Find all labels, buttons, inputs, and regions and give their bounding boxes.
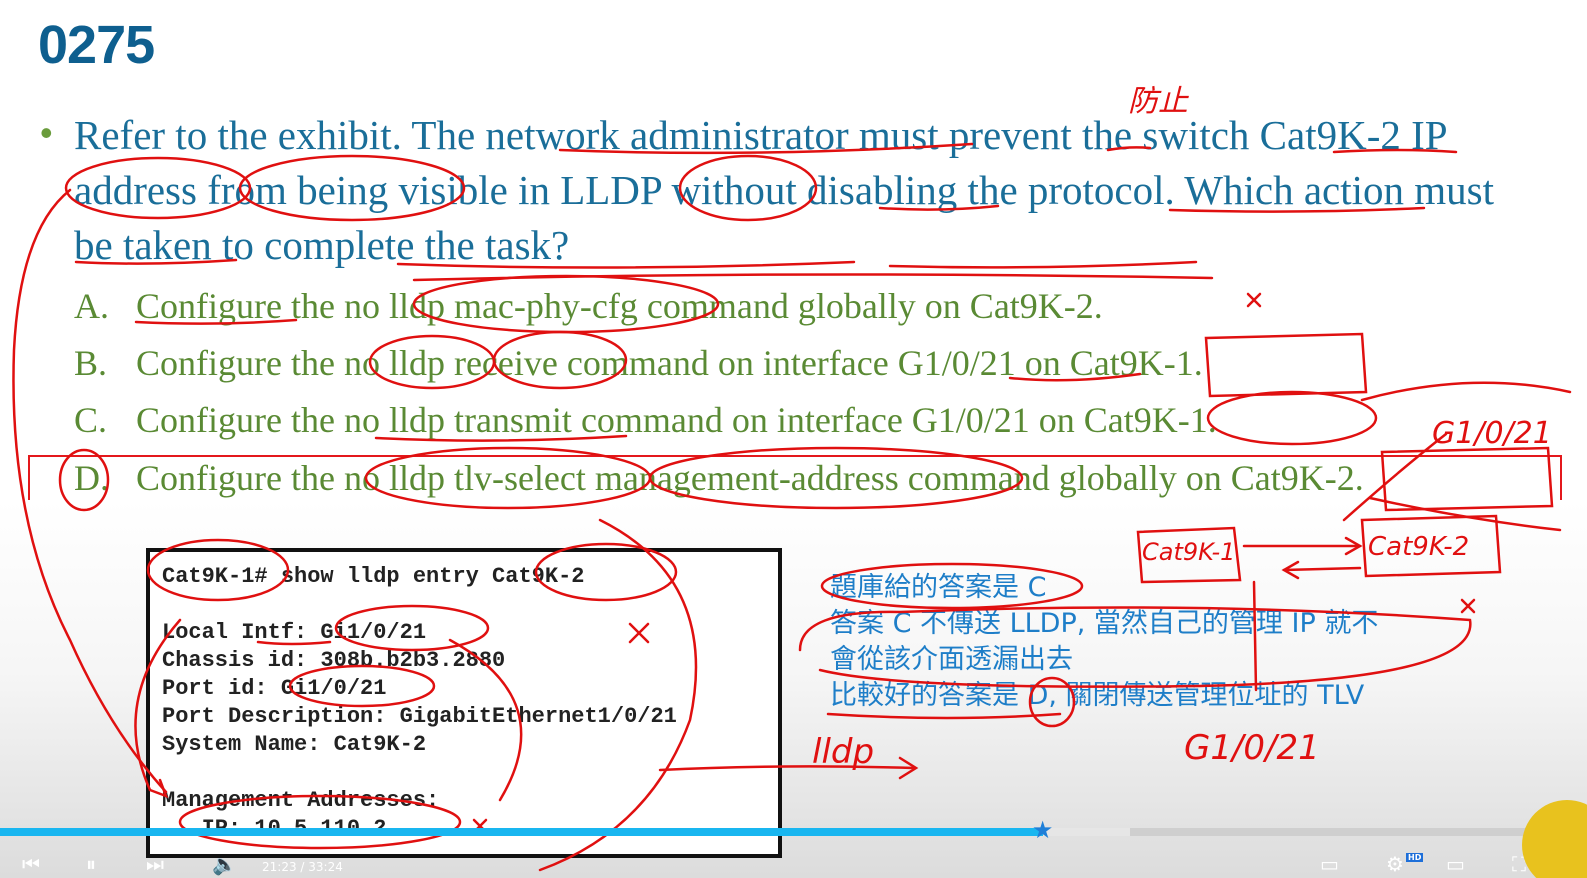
volume-icon[interactable]: 🔈 bbox=[212, 852, 237, 876]
exhibit-line: Cat9K-1# show lldp entry Cat9K-2 bbox=[162, 564, 585, 589]
question-text: Refer to the exhibit. The network admini… bbox=[74, 112, 1494, 268]
miniplayer-icon[interactable]: ▭ bbox=[1446, 852, 1465, 876]
exhibit-line: Port Description: GigabitEthernet1/0/21 bbox=[162, 704, 677, 729]
exhibit-line: Port id: Gi1/0/21 bbox=[162, 676, 387, 701]
bullet-dot: • bbox=[40, 112, 53, 153]
option-text: Configure the no lldp mac-phy-cfg comman… bbox=[136, 286, 1103, 326]
note-line: 答案 C 不傳送 LLDP, 當然自己的管理 IP 就不 bbox=[830, 608, 1379, 639]
progress-played bbox=[0, 828, 1043, 836]
option-c: C. Configure the no lldp transmit command… bbox=[74, 399, 1217, 441]
ink-circle bbox=[1206, 390, 1378, 446]
handwritten-switch-left: Cat9K-1 bbox=[1142, 538, 1236, 566]
settings-gear-icon[interactable]: ⚙ bbox=[1386, 852, 1404, 876]
ink-box bbox=[1204, 332, 1368, 398]
note-line: 比較好的答案是 D, 關閉傳送管理位址的 TLV bbox=[830, 680, 1365, 711]
handwritten-port-top: G1/0/21 bbox=[1432, 416, 1552, 451]
captions-icon[interactable]: ▭ bbox=[1320, 852, 1339, 876]
video-progress-bar[interactable]: ★ bbox=[0, 816, 1587, 844]
exhibit-line: Management Addresses: bbox=[162, 788, 440, 813]
ink-underline bbox=[412, 273, 1214, 282]
exhibit-line: Chassis id: 308b.b2b3.2880 bbox=[162, 648, 506, 673]
pause-icon[interactable]: ⏸ bbox=[86, 852, 96, 876]
playback-time: 21:23 / 33:24 bbox=[262, 860, 343, 874]
option-a: A. Configure the no lldp mac-phy-cfg comm… bbox=[74, 285, 1103, 327]
exhibit-terminal: Cat9K-1# show lldp entry Cat9K-2 Local I… bbox=[146, 548, 782, 858]
option-text: Configure the no lldp receive command on… bbox=[136, 343, 1203, 383]
ink-x-mark bbox=[1246, 292, 1262, 308]
previous-icon[interactable]: ⏮ bbox=[22, 852, 40, 876]
handwritten-switch-right: Cat9K-2 bbox=[1368, 532, 1470, 562]
player-controls: ⏮ ⏸ ⏭ 🔈 21:23 / 33:24 ▭ ⚙ ▭ ⛶ bbox=[0, 846, 1587, 878]
exhibit-line: Local Intf: Gi1/0/21 bbox=[162, 620, 427, 645]
annotation-note: 題庫給的答案是 C 答案 C 不傳送 LLDP, 當然自己的管理 IP 就不 會… bbox=[830, 570, 1470, 714]
option-b: B. Configure the no lldp receive command … bbox=[74, 342, 1203, 384]
hd-badge: HD bbox=[1406, 853, 1424, 862]
exhibit-line: System Name: Cat9K-2 bbox=[162, 732, 427, 757]
slide-canvas: 0275 • Refer to the exhibit. The network… bbox=[0, 0, 1587, 878]
handwritten-port-bottom: G1/0/21 bbox=[1184, 728, 1320, 768]
option-text: Configure the no lldp transmit command o… bbox=[136, 400, 1217, 440]
option-letter: B. bbox=[74, 343, 108, 383]
handwritten-lldp: lldp bbox=[812, 732, 875, 772]
option-letter: A. bbox=[74, 286, 109, 326]
progress-thumb-star-icon[interactable]: ★ bbox=[1029, 816, 1057, 844]
answer-highlight-box bbox=[28, 455, 1562, 505]
ink-connector bbox=[1360, 381, 1572, 402]
note-line: 題庫給的答案是 C bbox=[830, 572, 1047, 603]
option-letter: C. bbox=[74, 400, 108, 440]
note-line: 會從該介面透漏出去 bbox=[830, 644, 1073, 675]
next-icon[interactable]: ⏭ bbox=[146, 852, 164, 876]
slide-title: 0275 bbox=[38, 15, 155, 75]
handwritten-prevent: 防止 bbox=[1128, 84, 1188, 119]
